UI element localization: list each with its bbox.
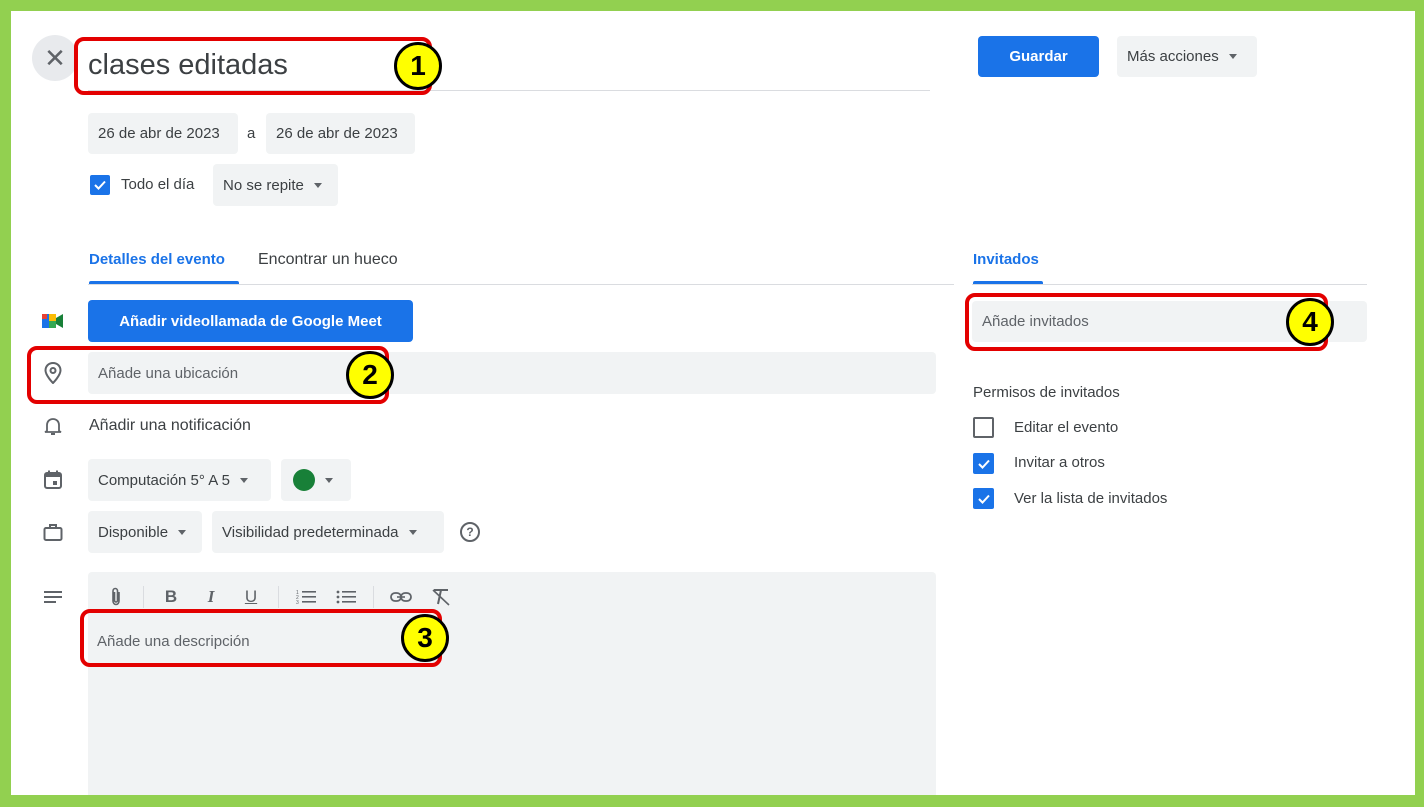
permission-checkbox-invite-others[interactable] — [973, 453, 994, 474]
chevron-down-icon — [178, 529, 187, 535]
tab-guests[interactable]: Invitados — [973, 251, 1039, 268]
check-icon — [94, 180, 106, 190]
availability-value: Disponible — [98, 523, 169, 541]
italic-button[interactable]: I — [198, 584, 224, 610]
toolbar-separator — [373, 586, 374, 608]
event-title-input[interactable] — [88, 40, 930, 91]
permission-label-invite-others: Invitar a otros — [1014, 454, 1105, 471]
guest-permissions-title: Permisos de invitados — [973, 384, 1120, 401]
briefcase-icon — [41, 520, 65, 544]
description-lines-icon — [41, 585, 65, 609]
tabs-divider — [88, 284, 954, 285]
annotation-badge-3: 3 — [401, 614, 449, 662]
chevron-down-icon — [239, 477, 248, 483]
annotation-badge-4: 4 — [1286, 298, 1334, 346]
date-separator: a — [247, 125, 256, 142]
description-placeholder: Añade una descripción — [97, 633, 250, 650]
repeat-value: No se repite — [223, 176, 304, 194]
toolbar-separator — [143, 586, 144, 608]
all-day-checkbox[interactable] — [90, 175, 110, 195]
add-google-meet-button[interactable]: Añadir videollamada de Google Meet — [88, 300, 413, 342]
all-day-label: Todo el día — [121, 176, 195, 193]
location-input[interactable]: Añade una ubicación — [88, 352, 936, 394]
availability-select[interactable]: Disponible — [88, 511, 202, 553]
link-icon[interactable] — [388, 584, 414, 610]
permission-checkbox-edit-event[interactable] — [973, 417, 994, 438]
calendar-value: Computación 5° A 5 — [98, 471, 230, 489]
bell-icon — [41, 414, 65, 438]
paperclip-icon[interactable] — [103, 584, 129, 610]
format-toolbar: B I U 123 — [103, 584, 454, 610]
save-button[interactable]: Guardar — [978, 36, 1099, 77]
google-meet-icon — [41, 309, 65, 333]
color-dot — [293, 469, 315, 491]
help-icon[interactable]: ? — [460, 522, 480, 542]
location-pin-icon — [41, 361, 65, 385]
add-notification-link[interactable]: Añadir una notificación — [89, 417, 251, 435]
more-actions-label: Más acciones — [1127, 48, 1219, 65]
clear-format-icon[interactable] — [428, 584, 454, 610]
permission-label-see-guest-list: Ver la lista de invitados — [1014, 490, 1168, 507]
annotation-badge-2: 2 — [346, 351, 394, 399]
chevron-down-icon — [325, 477, 333, 483]
guests-divider — [972, 284, 1367, 285]
svg-text:3: 3 — [296, 600, 299, 605]
close-icon: ✕ — [44, 42, 66, 73]
annotation-badge-1: 1 — [394, 42, 442, 90]
end-date-button[interactable]: 26 de abr de 2023 — [266, 113, 415, 154]
visibility-select[interactable]: Visibilidad predeterminada — [212, 511, 444, 553]
underline-button[interactable]: U — [238, 584, 264, 610]
tab-find-slot[interactable]: Encontrar un hueco — [258, 251, 398, 269]
toolbar-separator — [278, 586, 279, 608]
event-color-select[interactable] — [281, 459, 351, 501]
bold-button[interactable]: B — [158, 584, 184, 610]
more-actions-button[interactable]: Más acciones — [1117, 36, 1257, 77]
permission-checkbox-see-guest-list[interactable] — [973, 488, 994, 509]
start-date-button[interactable]: 26 de abr de 2023 — [88, 113, 238, 154]
numbered-list-icon[interactable]: 123 — [293, 584, 319, 610]
check-icon — [977, 494, 990, 504]
calendar-icon — [41, 468, 65, 492]
repeat-select[interactable]: No se repite — [213, 164, 338, 206]
calendar-select[interactable]: Computación 5° A 5 — [88, 459, 271, 501]
bulleted-list-icon[interactable] — [333, 584, 359, 610]
tab-event-details[interactable]: Detalles del evento — [89, 251, 225, 268]
close-button[interactable]: ✕ — [32, 35, 78, 81]
chevron-down-icon — [408, 529, 417, 535]
chevron-down-icon — [313, 182, 322, 188]
check-icon — [977, 459, 990, 469]
visibility-value: Visibilidad predeterminada — [222, 523, 399, 541]
permission-label-edit-event: Editar el evento — [1014, 419, 1119, 436]
chevron-down-icon — [1228, 54, 1237, 59]
